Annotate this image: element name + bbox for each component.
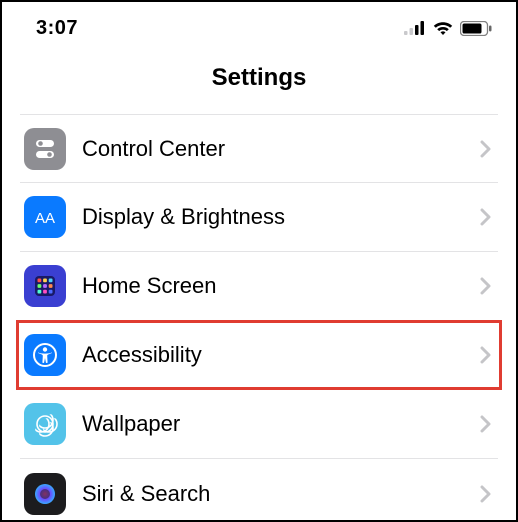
status-bar: 3:07 [2,2,516,50]
svg-text:AA: AA [35,210,55,227]
settings-row-display-brightness[interactable]: AA Display & Brightness [20,183,498,252]
cellular-signal-icon [404,21,426,35]
settings-row-label: Accessibility [66,342,480,368]
wallpaper-icon [24,403,66,445]
chevron-right-icon [480,485,492,503]
display-brightness-icon: AA [24,196,66,238]
settings-row-label: Display & Brightness [66,204,480,230]
status-indicators [404,20,492,36]
settings-row-siri-search[interactable]: Siri & Search [20,459,498,522]
chevron-right-icon [480,277,492,295]
header: Settings [2,50,516,114]
settings-row-wallpaper[interactable]: Wallpaper [20,390,498,459]
siri-search-icon [24,473,66,515]
chevron-right-icon [480,415,492,433]
settings-row-label: Home Screen [66,273,480,299]
screen: 3:07 [0,0,518,522]
status-time: 3:07 [36,17,78,40]
chevron-right-icon [480,140,492,158]
battery-icon [460,21,492,36]
settings-row-label: Wallpaper [66,411,480,437]
control-center-icon [24,128,66,170]
settings-list: Control Center AA Display & Brightness [20,114,498,522]
settings-row-control-center[interactable]: Control Center [20,114,498,183]
settings-row-label: Siri & Search [66,481,480,507]
settings-row-home-screen[interactable]: Home Screen [20,252,498,321]
page-title: Settings [2,64,516,92]
settings-row-accessibility[interactable]: Accessibility [20,321,498,390]
home-screen-icon [24,265,66,307]
wifi-icon [432,20,454,36]
chevron-right-icon [480,208,492,226]
accessibility-icon [24,334,66,376]
chevron-right-icon [480,346,492,364]
settings-row-label: Control Center [66,136,480,162]
